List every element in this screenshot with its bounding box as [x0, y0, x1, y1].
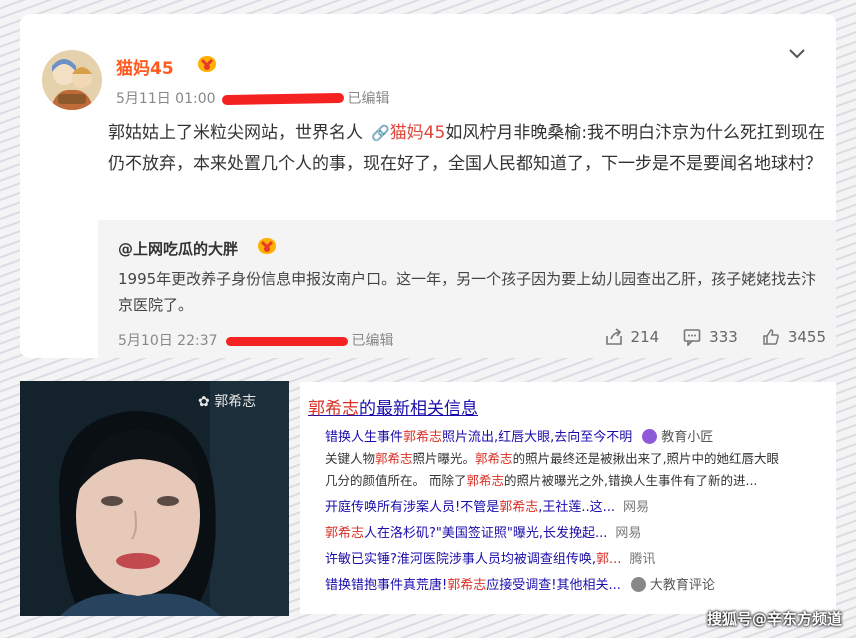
- comment-icon: [683, 329, 701, 346]
- repost-block[interactable]: @上网吃瓜的大胖 1995年更改养子身份信息申报汝南户口。这一年，另一个孩子因为…: [98, 220, 836, 358]
- vip-badge-icon: [258, 238, 276, 254]
- result-text: 许敏已实锤?淮河医院涉事人员均被调查组传唤,: [325, 552, 597, 567]
- post-meta: 5月11日 01:00 已编辑: [116, 88, 390, 108]
- comment-button[interactable]: 333: [683, 328, 738, 346]
- photo-caption: ✿ 郭希志: [198, 391, 256, 411]
- repost-meta: 5月10日 22:37 已编辑: [118, 330, 394, 350]
- search-title-link[interactable]: 郭希志的最新相关信息: [308, 394, 478, 419]
- result-text: 人在洛杉矶?"美国签证照"曝光,长发挽起...: [364, 526, 608, 541]
- redaction-mark: [221, 92, 344, 106]
- result-keyword: 郭希志: [403, 430, 443, 445]
- snippet-text: 的照片最终还是被揪出来了,照片中的她红唇大眼: [512, 451, 780, 466]
- mention-link[interactable]: 猫妈45: [390, 123, 446, 143]
- result-keyword: 郭希志: [499, 500, 539, 515]
- snippet-text: 关键人物: [325, 451, 376, 466]
- result-text: 应接受调查!其他相关...: [486, 578, 621, 593]
- weibo-post-card: 猫妈45 5月11日 01:00 已编辑 郭姑姑上了米粒尖网站，世界名人 🔗猫妈45…: [20, 14, 836, 358]
- search-title-rest: 的最新相关信息: [359, 399, 478, 419]
- repost-text: 1995年更改养子身份信息申报汝南户口。这一年，另一个孩子因为要上幼儿园查出乙肝…: [118, 270, 817, 314]
- result-text: 开庭传唤所有涉案人员!不管是: [325, 500, 500, 515]
- result-text: 照片流出,红唇大眼,去向至今不明: [442, 430, 633, 445]
- snippet-text: 的照片被曝光之外,错换人生事件有了新的进...: [504, 473, 758, 488]
- snippet-keyword: 郭希志: [466, 473, 504, 488]
- username[interactable]: 猫妈45: [116, 54, 174, 79]
- like-icon: [763, 329, 779, 345]
- result-source: 大教育评论: [649, 578, 715, 593]
- share-button[interactable]: 214: [605, 328, 660, 346]
- chevron-down-icon[interactable]: [788, 44, 806, 65]
- result-keyword: 郭希志: [447, 578, 487, 593]
- portrait-image: [20, 381, 289, 616]
- like-count: 3455: [787, 328, 826, 346]
- vip-badge-icon: [198, 56, 216, 72]
- post-timestamp: 5月11日 01:00: [116, 91, 216, 107]
- watermark: 搜狐号@辛东方频道: [706, 610, 842, 628]
- source-icon: [630, 577, 646, 592]
- repost-timestamp: 5月10日 22:37: [118, 333, 218, 349]
- share-icon: [605, 328, 622, 345]
- result-text: ,王社莲..这...: [538, 500, 616, 515]
- edited-label: 已编辑: [347, 91, 390, 107]
- snippet-text: 几分的颜值所在。 而除了: [325, 473, 467, 488]
- snippet-keyword: 郭希志: [475, 451, 513, 466]
- result-keyword: 郭...: [596, 552, 622, 567]
- avatar[interactable]: [42, 50, 102, 110]
- comment-count: 333: [709, 328, 738, 346]
- result-keyword: 郭希志: [325, 526, 365, 541]
- edited-label: 已编辑: [351, 333, 394, 349]
- snippet-keyword: 郭希志: [375, 451, 413, 466]
- result-text: 错换人生事件: [325, 430, 404, 445]
- link-icon: 🔗: [371, 124, 390, 142]
- result-text: 错换错抱事件真荒唐!: [325, 578, 448, 593]
- result-source: 网易: [615, 526, 642, 541]
- result-link-2[interactable]: 开庭传唤所有涉案人员!不管是郭希志,王社莲..这... 网易: [325, 496, 649, 515]
- result-link-3[interactable]: 郭希志人在洛杉矶?"美国签证照"曝光,长发挽起... 网易: [325, 522, 641, 541]
- result-source: 教育小匠: [661, 430, 714, 445]
- source-icon: [642, 429, 658, 444]
- search-results-card: 郭希志的最新相关信息 错换人生事件郭希志照片流出,红唇大眼,去向至今不明 教育小匠…: [300, 382, 836, 614]
- portrait-photo: ✿ 郭希志: [20, 381, 289, 616]
- repost-username[interactable]: @上网吃瓜的大胖: [118, 238, 238, 259]
- result-link-1[interactable]: 错换人生事件郭希志照片流出,红唇大眼,去向至今不明 教育小匠: [325, 426, 713, 445]
- search-keyword: 郭希志: [308, 399, 359, 419]
- result-snippet-line-1: 关键人物郭希志照片曝光。郭希志的照片最终还是被揪出来了,照片中的她红唇大眼: [325, 448, 835, 467]
- result-source: 腾讯: [629, 552, 656, 567]
- photo-caption-text: 郭希志: [214, 394, 257, 410]
- result-snippet-line-2: 几分的颜值所在。 而除了郭希志的照片被曝光之外,错换人生事件有了新的进...: [325, 470, 835, 489]
- camera-icon: ✿: [198, 394, 210, 410]
- repost-actions: 214 333 3455: [605, 328, 826, 346]
- result-link-4[interactable]: 许敏已实锤?淮河医院涉事人员均被调查组传唤,郭... 腾讯: [325, 548, 655, 567]
- redaction-mark: [225, 336, 348, 346]
- result-source: 网易: [623, 500, 650, 515]
- snippet-text: 照片曝光。: [412, 451, 476, 466]
- post-body-start: 郭姑姑上了米粒尖网站，世界名人: [108, 123, 363, 143]
- share-count: 214: [630, 328, 660, 346]
- post-body: 郭姑姑上了米粒尖网站，世界名人 🔗猫妈45如风柠月非晚桑榆:我不明白汴京为什么死扛…: [108, 118, 826, 180]
- result-link-5[interactable]: 错换错抱事件真荒唐!郭希志应接受调查!其他相关... 大教育评论: [325, 574, 715, 593]
- like-button[interactable]: 3455: [762, 328, 826, 346]
